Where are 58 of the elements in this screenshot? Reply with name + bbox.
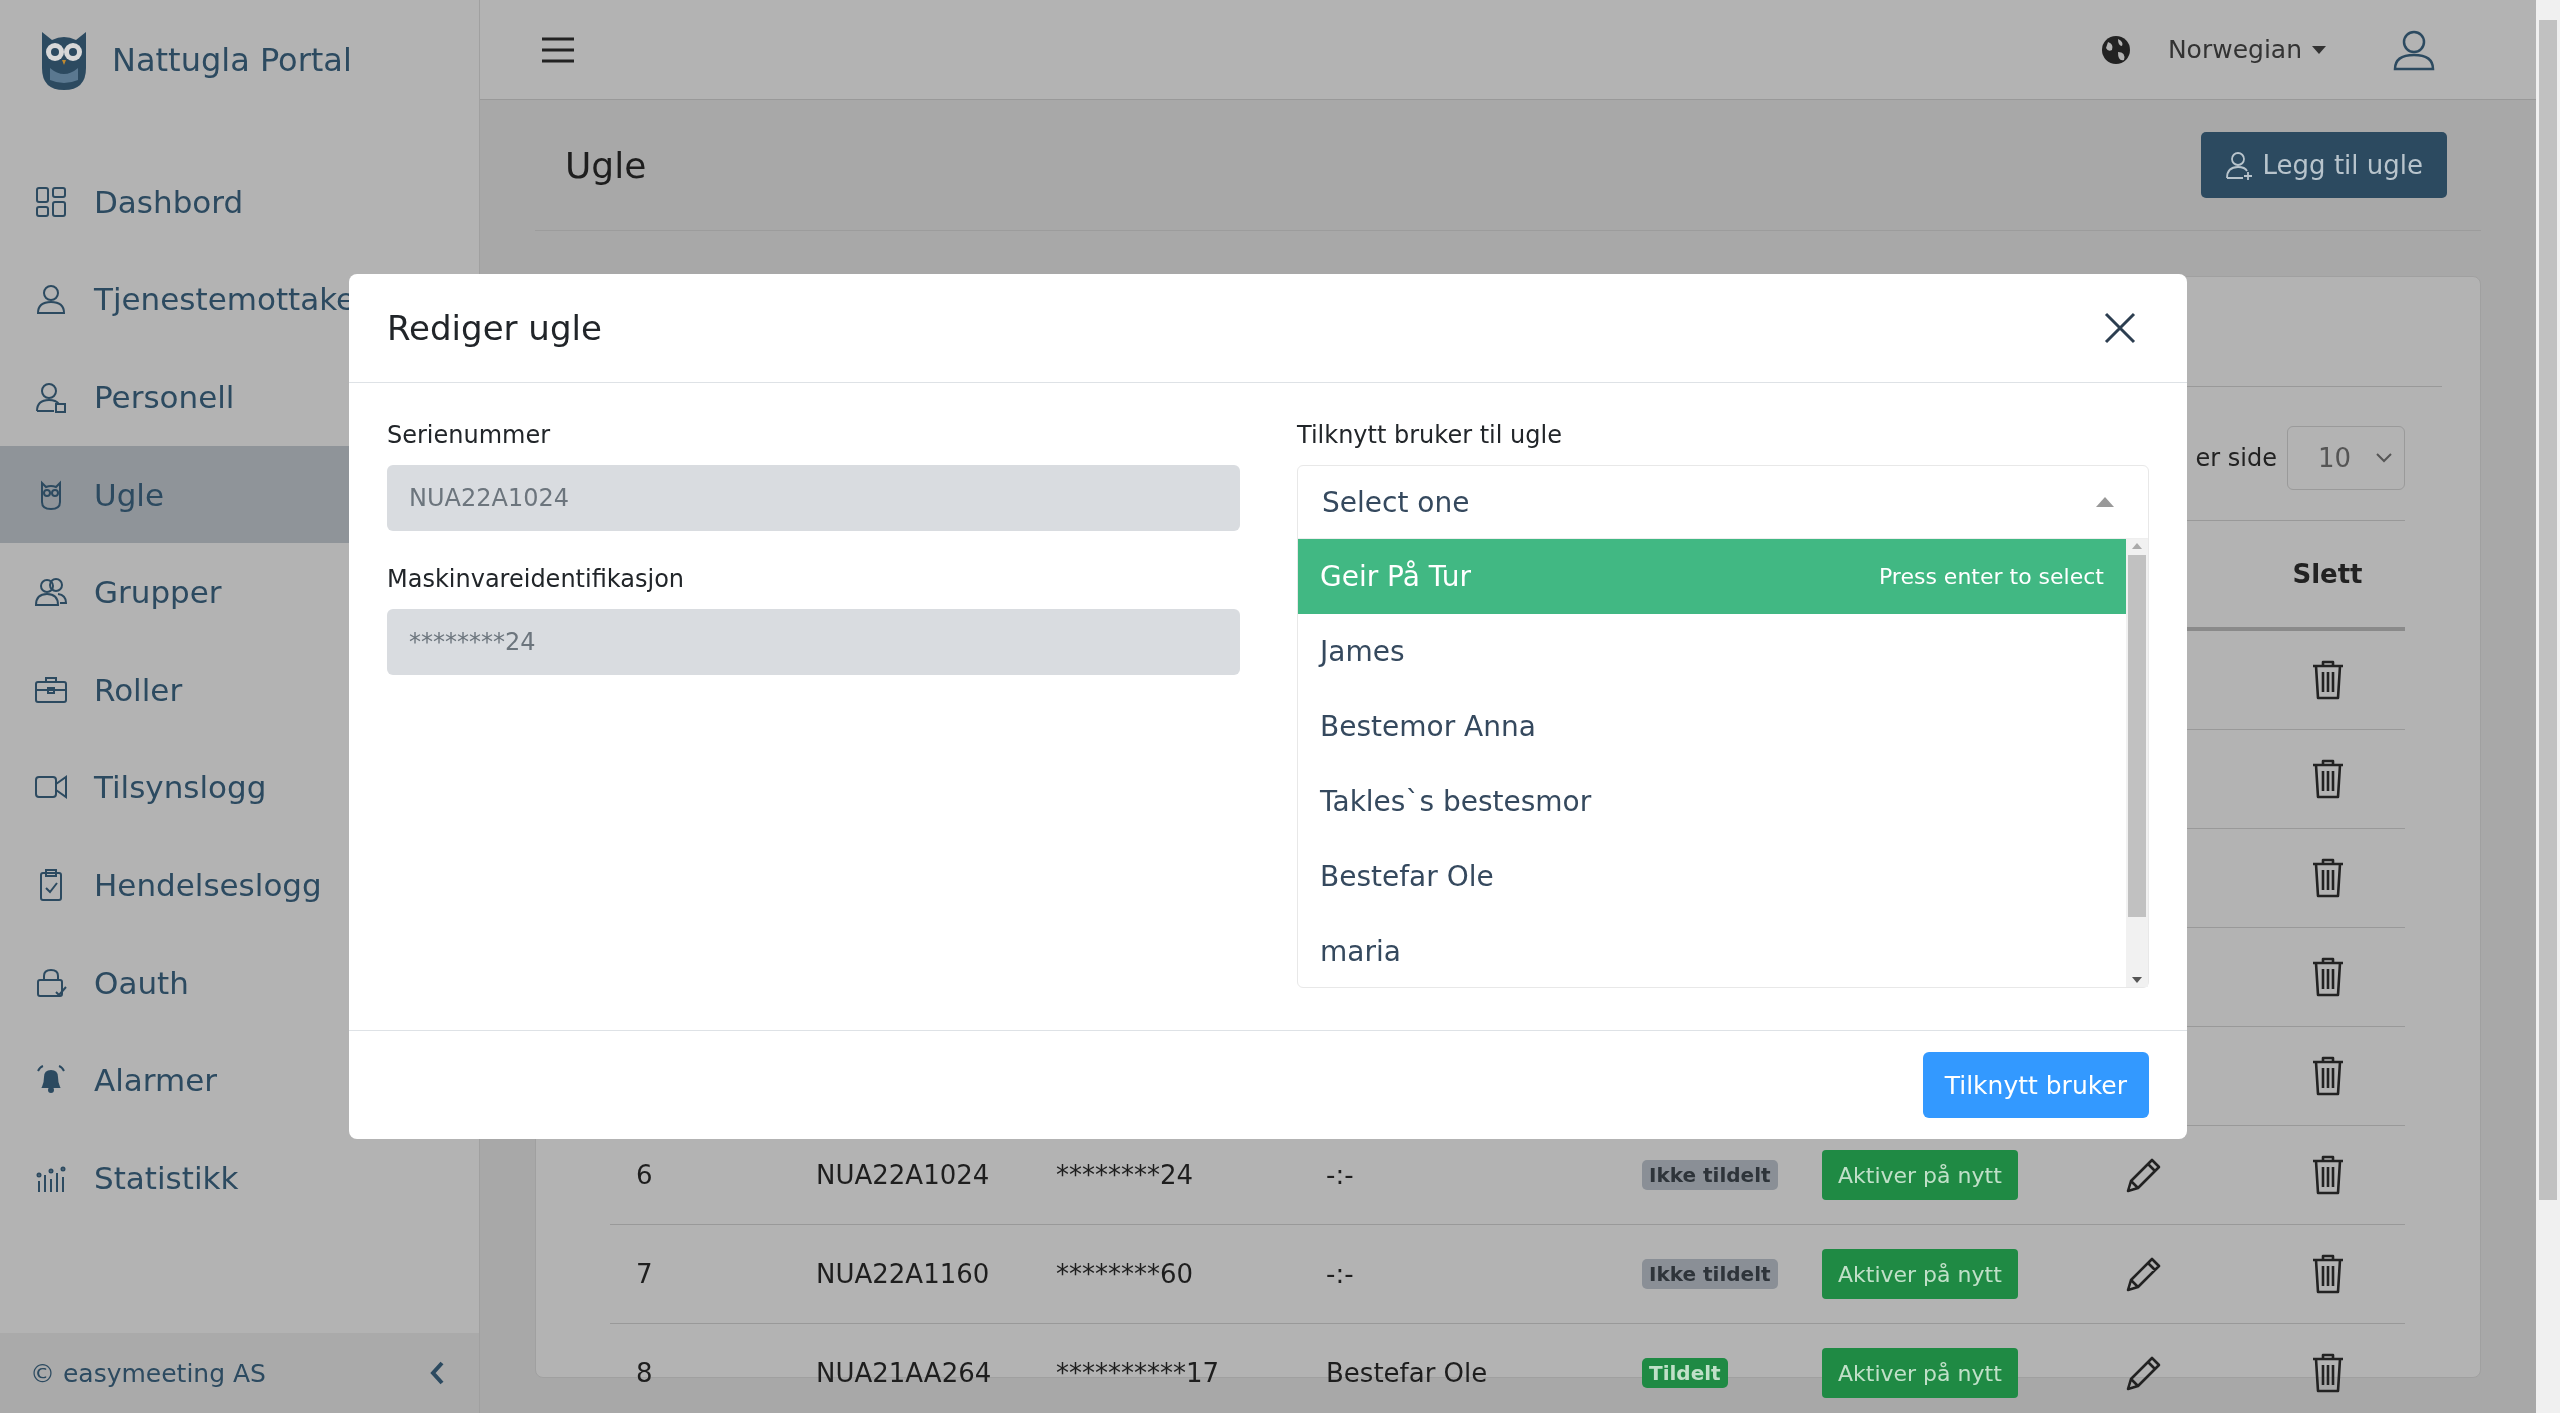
scrollbar[interactable] [2126, 539, 2148, 987]
grid-icon [34, 184, 68, 219]
reactivate-button[interactable]: Aktiver på nytt [1822, 1249, 2018, 1299]
table-cell-text: 8 [635, 1358, 654, 1388]
scroll-down-icon[interactable] [2132, 977, 2142, 983]
sidebar-item[interactable]: Dashbord [0, 153, 479, 251]
copyright-text: © easymeeting AS [30, 1358, 266, 1388]
brand-name: Nattugla Portal [112, 41, 352, 79]
table-cell-text: -:- [1325, 1259, 1355, 1289]
dropdown-option[interactable]: Bestemor Anna [1298, 689, 2126, 764]
status-badge: Ikke tildelt [1642, 1259, 1778, 1289]
sidebar-item[interactable]: Alarmer [0, 1031, 479, 1129]
page-title: Ugle [565, 144, 647, 186]
table-cell-text: ********24 [1055, 1160, 1195, 1190]
per-page-label: er side [2195, 443, 2277, 472]
reactivate-button[interactable]: Aktiver på nytt [1822, 1150, 2018, 1200]
table-cell-text: Bestefar Ole [1325, 1358, 1489, 1388]
submit-button[interactable]: Tilknytt bruker [1922, 1052, 2149, 1118]
caret-icon [2312, 45, 2326, 54]
user-icon[interactable] [2392, 28, 2436, 71]
table-cell-text: ********60 [1055, 1259, 1195, 1289]
table-cell-text: 6 [635, 1160, 654, 1190]
per-page-select[interactable]: 10 [2287, 425, 2405, 490]
status-badge: Tildelt [1642, 1358, 1728, 1388]
user-select[interactable]: Select one [1298, 466, 2148, 539]
field-label: Maskinvareidentifikasjon [387, 565, 686, 593]
table-cell-text: NUA21AA264 [815, 1358, 993, 1388]
table-cell-text: 7 [635, 1259, 654, 1289]
language-dropdown[interactable]: Norwegian [2161, 34, 2332, 65]
table-cell-text: -:- [1325, 1160, 1355, 1190]
sidebar-item[interactable]: Hendelseslogg [0, 836, 479, 934]
scrollbar[interactable] [2536, 0, 2560, 1413]
dialog-title: Rediger ugle [387, 308, 602, 348]
dropdown-option[interactable]: Geir På Tur Press enter to select [1298, 539, 2126, 614]
globe-icon [2099, 33, 2132, 66]
table-cell-text: **********17 [1055, 1358, 1221, 1388]
sidebar-item[interactable]: Tilsynslogg [0, 738, 479, 837]
field-label: Tilknytt bruker til ugle [1297, 421, 1563, 449]
dropdown-option[interactable]: maria [1298, 914, 2126, 987]
status-badge: Ikke tildelt [1642, 1160, 1778, 1190]
dropdown-option[interactable]: Takles`s bestesmor [1298, 764, 2126, 839]
person-icon [34, 282, 68, 317]
table-cell-text: NUA22A1024 [815, 1160, 991, 1190]
collapse-icon[interactable] [429, 1360, 445, 1386]
reactivate-button[interactable]: Aktiver på nytt [1822, 1348, 2018, 1398]
add-user-icon [2224, 150, 2255, 180]
dropdown-option[interactable]: Bestefar Ole [1298, 839, 2126, 914]
sidebar-item[interactable]: Oauth [0, 933, 479, 1032]
menu-icon[interactable] [540, 35, 576, 64]
chevron-down-icon [2376, 452, 2392, 463]
column-header: Slett [2291, 559, 2364, 589]
person-badge-icon [34, 380, 68, 414]
dropdown-option[interactable]: James [1298, 614, 2126, 689]
caret-icon [2096, 497, 2114, 507]
table-cell-text: NUA22A1160 [815, 1259, 991, 1289]
close-icon[interactable] [2103, 311, 2137, 345]
sidebar-item[interactable]: Statistikk [0, 1128, 479, 1227]
add-owl-button[interactable]: Legg til ugle [2200, 132, 2447, 198]
